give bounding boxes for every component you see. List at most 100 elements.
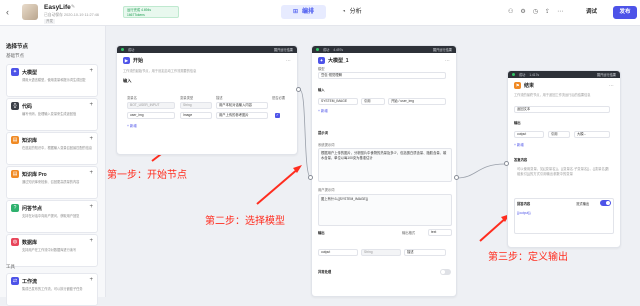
palette-title: 选择节点 [6,44,29,50]
col-type: 变量类型 [180,96,194,100]
system-prompt-input[interactable]: 根据用户上传的图片，分析图片中食物的热量及多少，包括蛋白质含量、脂肪含量、碳水含… [318,148,452,182]
toolbar-icons: ⚇ ⚙ ◷ ⇪ ⋯ [508,8,563,15]
add-node-icon[interactable]: + [89,170,93,176]
add-node-icon[interactable]: + [89,68,93,74]
llm-node[interactable]: 成功 4.497s 展开运行结果 ✦ 大模型_1 ⋯ 模型 豆包·视觉理解 输入… [311,45,457,297]
start-node-status: 成功 [128,48,135,52]
end-node[interactable]: 成功 1.417s 展开运行结果 ⚑ 结束 ⋯ 工作流的最终节点，用于返回工作流… [507,70,621,248]
input-var-value[interactable]: 开始 / user_img [388,98,446,105]
palette-item-desc: 调用大语言模型，使用变量和提示词生成回复 [22,78,86,82]
llm-input-port[interactable] [308,175,313,180]
history-icon[interactable]: ◷ [533,8,538,15]
end-node-header: ⚑ 结束 ⋯ [508,78,620,93]
palette-item[interactable]: {} 代码 + 编写代码，处理输入变量来生成返回值 [6,98,98,131]
end-node-desc: 工作流的最终节点，用于返回工作流运行后的结果信息 [514,93,591,97]
var-desc-field[interactable]: 用户本轮对话输入内容 [216,102,268,109]
end-input-port[interactable] [504,161,509,166]
add-variable-button[interactable]: + 新增 [127,123,137,128]
palette-item-desc: 编写代码，处理输入变量来生成返回值 [22,112,77,116]
add-output-button[interactable]: + 新增 [514,142,524,147]
return-mode-select[interactable]: 返回文本 [514,106,610,113]
user-prompt-input[interactable]: 图上有什么{{SYSTEM_IMAGE}} [318,194,452,226]
palette-item-name: 代码 [22,103,33,110]
var-name-field[interactable]: user_img [127,112,175,119]
reply-section: 答复内容 [514,158,528,162]
tab-orchestrate[interactable]: ⊞ 编排 [281,5,327,19]
start-node-status-strip: 成功 展开运行结果 [117,46,297,53]
palette-item-desc: 通过知识库来检索、召回更高质量的内容 [22,180,80,184]
llm-node-status: 成功 [323,48,330,52]
palette-item[interactable]: ✦ 大模型 + 调用大语言模型，使用变量和提示词生成回复 [6,64,98,97]
var-name-field[interactable]: BOT_USER_INPUT [127,102,175,109]
palette-item-icon: ◍ [11,238,19,246]
palette-item[interactable]: ◍ 数据库 + 支持用户在工作流中对数据库进行读写 [6,234,98,267]
llm-output-section: 输出 [318,231,325,235]
edit-icon[interactable]: ✎ [71,4,75,10]
share-icon[interactable]: ⇪ [545,8,550,15]
palette-item[interactable]: ⇄ 工作流 + 集成已发布的工作流，可以执行嵌套子任务 [6,273,98,306]
node-palette: 选择节点 基础节点 ✦ 大模型 + 调用大语言模型，使用变量和提示词生成回复{} 代码 +… [0,26,106,306]
start-node-expand-result[interactable]: 展开运行结果 [274,47,293,52]
var-type-select[interactable]: String [180,102,212,109]
add-node-icon[interactable]: + [89,136,93,142]
workflow-canvas[interactable]: 成功 展开运行结果 ▶ 开始 ⋯ 工作流的起始节点，用于设定启动工作流需要的信息… [107,26,640,297]
settings-icon[interactable]: ⚙ [520,8,525,15]
env-tag: 开发 [44,19,55,24]
output-var-type[interactable]: String [361,249,401,256]
palette-item[interactable]: ▤ 知识库 Pro + 通过知识库来检索、召回更高质量的内容 [6,166,98,199]
palette-item-desc: 支持在对话中向用户提问，获取用户回复 [22,214,80,218]
publish-button[interactable]: 发布 [613,6,637,19]
palette-item-icon: ✦ [11,68,19,76]
app-name: EasyLife [44,4,71,11]
model-select[interactable]: 豆包·视觉理解 [318,72,446,79]
output-var-desc[interactable]: 描述 [404,249,446,256]
add-node-icon[interactable]: + [89,204,93,210]
palette-item[interactable]: ? 问答节点 + 支持在对话中向用户提问，获取用户回复 [6,200,98,233]
output-var-name[interactable]: output [318,249,358,256]
end-node-expand-result[interactable]: 展开运行结果 [597,72,616,77]
llm-node-time: 4.497s [333,47,343,52]
end-output-section: 输出 [514,121,521,125]
start-output-port[interactable] [296,87,301,92]
end-output-type[interactable]: 引用 [548,131,570,138]
palette-item-header: ▤ 知识库 [11,136,93,144]
stream-output-toggle[interactable] [600,200,611,206]
save-status: 已自动保存 2020-10-19 11:27:46 [44,13,100,17]
reply-variable[interactable]: {{output}} [517,211,531,215]
end-output-value[interactable]: 大模... [574,131,610,138]
success-dot-icon [512,73,515,76]
add-input-button[interactable]: + 新增 [318,108,328,113]
required-checkbox[interactable]: ✓ [275,113,280,118]
debug-button[interactable]: 调试 [586,6,597,18]
end-node-status-strip: 成功 1.417s 展开运行结果 [508,71,620,78]
output-format-select[interactable]: text [428,229,452,236]
add-node-icon[interactable]: + [89,102,93,108]
start-node[interactable]: 成功 展开运行结果 ▶ 开始 ⋯ 工作流的起始节点，用于设定启动工作流需要的信息… [116,45,298,155]
success-dot-icon [121,48,124,51]
var-type-select[interactable]: Image [180,112,212,119]
more-icon[interactable]: ⋯ [286,58,291,64]
run-status-badge[interactable]: 运行完成 4.694s 1667Tokens [123,6,179,18]
bug-icon[interactable]: ⚇ [508,8,513,15]
end-output-name[interactable]: output [514,131,544,138]
more-icon[interactable]: ⋯ [445,58,450,64]
llm-node-status-strip: 成功 4.497s 展开运行结果 [312,46,456,53]
var-desc-field[interactable]: 用户上传的参考图片 [216,112,268,119]
input-var-type[interactable]: 引用 [361,98,385,105]
more-icon[interactable]: ⋯ [557,8,563,15]
add-node-icon[interactable]: + [89,238,93,244]
palette-item[interactable]: ▤ 知识库 + 在选定的知识中，根据输入变量召回最匹配的信息 [6,132,98,165]
more-icon[interactable]: ⋯ [609,83,614,89]
llm-output-port[interactable] [454,175,459,180]
add-node-icon[interactable]: + [89,277,93,283]
palette-item-header: ? 问答节点 [11,204,93,212]
llm-node-expand-result[interactable]: 展开运行结果 [433,47,452,52]
back-arrow-icon[interactable]: ‹ [6,7,9,17]
palette-item-header: ▤ 知识库 Pro [11,170,93,178]
exception-toggle[interactable] [440,269,451,275]
mode-tabs: ⊞ 编排 ◔ 分析 [281,5,374,20]
input-var-name[interactable]: SYSTEM_IMAGE [318,98,358,105]
palette-item-icon: ▤ [11,136,19,144]
annotation-step2: 第二步：选择模型 [205,216,285,227]
tab-analyze[interactable]: ◔ 分析 [330,5,374,19]
